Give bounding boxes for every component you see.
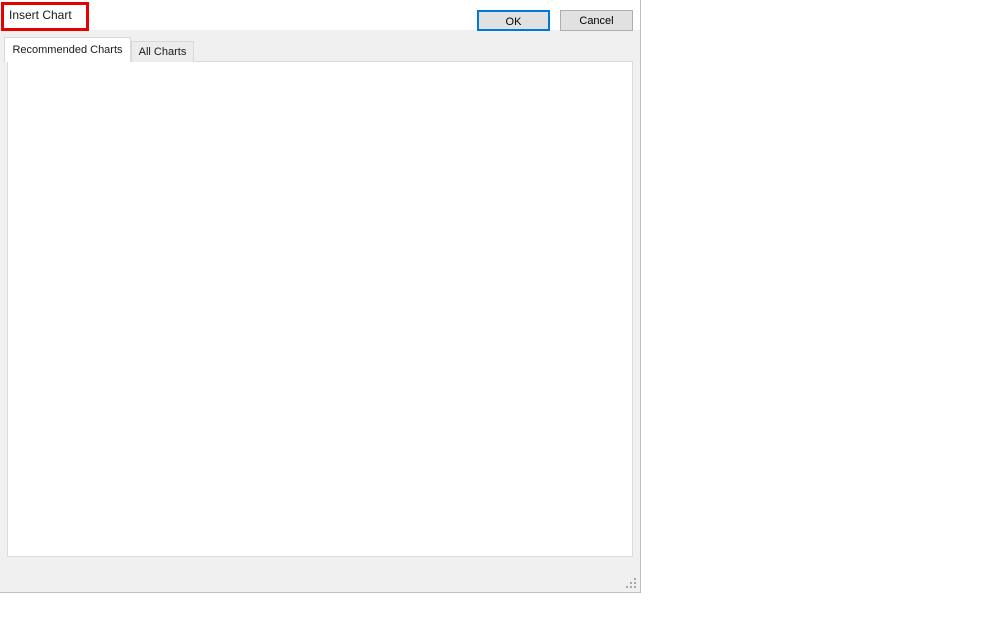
- ok-button[interactable]: OK: [477, 10, 550, 31]
- tab-recommended-charts[interactable]: Recommended Charts: [4, 37, 131, 62]
- dialog-content-pane: [7, 61, 633, 557]
- tab-all-charts[interactable]: All Charts: [131, 41, 194, 62]
- resize-grip[interactable]: [625, 577, 637, 589]
- dialog-footer: [0, 557, 640, 592]
- screen: { "window": { "title": "Insert Chart", "…: [0, 0, 1008, 630]
- insert-chart-dialog: Insert Chart ? ✕ Recommended Charts All …: [0, 0, 641, 593]
- cancel-button[interactable]: Cancel: [560, 10, 633, 31]
- annotation-box-title: [1, 2, 89, 31]
